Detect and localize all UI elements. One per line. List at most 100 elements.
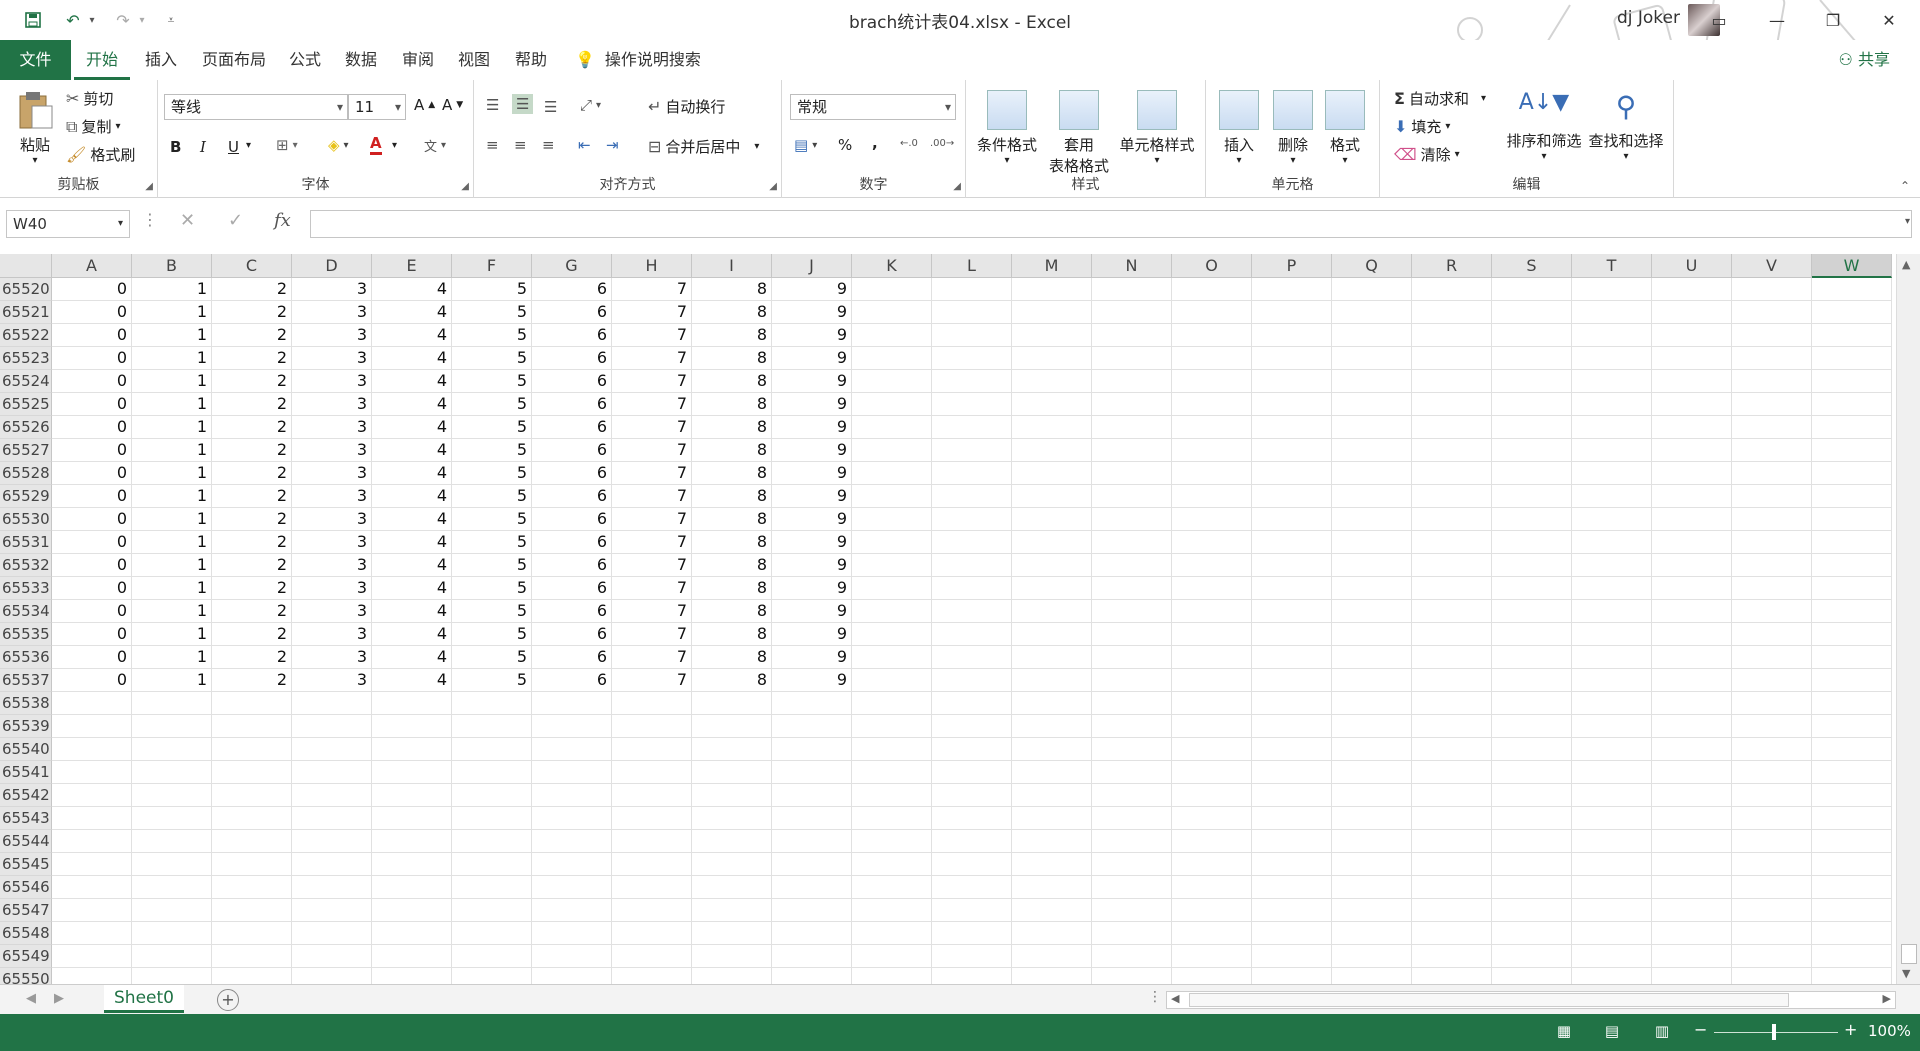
cell-l65529[interactable]: [932, 485, 1012, 508]
cell-u65528[interactable]: [1652, 462, 1732, 485]
cell-v65533[interactable]: [1732, 577, 1812, 600]
cell-l65539[interactable]: [932, 715, 1012, 738]
cell-r65530[interactable]: [1412, 508, 1492, 531]
cell-h65526[interactable]: 7: [612, 416, 692, 439]
cell-n65537[interactable]: [1092, 669, 1172, 692]
column-header-w[interactable]: W: [1812, 254, 1892, 278]
cell-n65534[interactable]: [1092, 600, 1172, 623]
cell-l65533[interactable]: [932, 577, 1012, 600]
cell-c65538[interactable]: [212, 692, 292, 715]
cell-b65527[interactable]: 1: [132, 439, 212, 462]
cell-l65520[interactable]: [932, 278, 1012, 301]
cell-d65536[interactable]: 3: [292, 646, 372, 669]
cell-b65549[interactable]: [132, 945, 212, 968]
cell-l65547[interactable]: [932, 899, 1012, 922]
cell-f65537[interactable]: 5: [452, 669, 532, 692]
cell-e65545[interactable]: [372, 853, 452, 876]
cell-v65528[interactable]: [1732, 462, 1812, 485]
cell-g65542[interactable]: [532, 784, 612, 807]
cell-u65545[interactable]: [1652, 853, 1732, 876]
grow-font-button[interactable]: A ▲: [414, 96, 435, 114]
cell-a65530[interactable]: 0: [52, 508, 132, 531]
cell-w65527[interactable]: [1812, 439, 1892, 462]
column-header-e[interactable]: E: [372, 254, 452, 278]
orientation-icon[interactable]: ⤢ ▾: [580, 96, 601, 114]
cell-p65535[interactable]: [1252, 623, 1332, 646]
cell-n65544[interactable]: [1092, 830, 1172, 853]
cell-l65537[interactable]: [932, 669, 1012, 692]
cell-l65550[interactable]: [932, 968, 1012, 984]
cell-t65520[interactable]: [1572, 278, 1652, 301]
cell-h65520[interactable]: 7: [612, 278, 692, 301]
cell-j65541[interactable]: [772, 761, 852, 784]
cell-l65543[interactable]: [932, 807, 1012, 830]
cell-s65542[interactable]: [1492, 784, 1572, 807]
cell-k65533[interactable]: [852, 577, 932, 600]
cell-u65530[interactable]: [1652, 508, 1732, 531]
cell-e65540[interactable]: [372, 738, 452, 761]
cell-v65526[interactable]: [1732, 416, 1812, 439]
cell-g65546[interactable]: [532, 876, 612, 899]
cell-l65532[interactable]: [932, 554, 1012, 577]
column-header-l[interactable]: L: [932, 254, 1012, 278]
cell-k65542[interactable]: [852, 784, 932, 807]
comma-button[interactable]: ,: [872, 134, 878, 152]
cell-g65532[interactable]: 6: [532, 554, 612, 577]
cell-q65525[interactable]: [1332, 393, 1412, 416]
cell-e65527[interactable]: 4: [372, 439, 452, 462]
cell-b65534[interactable]: 1: [132, 600, 212, 623]
insert-cells-button[interactable]: 插入 ▾: [1214, 90, 1264, 166]
cell-n65535[interactable]: [1092, 623, 1172, 646]
cell-r65538[interactable]: [1412, 692, 1492, 715]
zoom-out-icon[interactable]: −: [1694, 1020, 1707, 1039]
cell-v65549[interactable]: [1732, 945, 1812, 968]
cell-t65532[interactable]: [1572, 554, 1652, 577]
cell-l65545[interactable]: [932, 853, 1012, 876]
cell-t65538[interactable]: [1572, 692, 1652, 715]
column-header-n[interactable]: N: [1092, 254, 1172, 278]
cell-q65524[interactable]: [1332, 370, 1412, 393]
cell-c65527[interactable]: 2: [212, 439, 292, 462]
cell-r65541[interactable]: [1412, 761, 1492, 784]
cell-e65523[interactable]: 4: [372, 347, 452, 370]
cell-t65541[interactable]: [1572, 761, 1652, 784]
cell-v65532[interactable]: [1732, 554, 1812, 577]
tell-me-search[interactable]: 💡 操作说明搜索: [575, 40, 701, 80]
row-header[interactable]: 65532: [0, 554, 52, 577]
cell-o65525[interactable]: [1172, 393, 1252, 416]
cell-i65521[interactable]: 8: [692, 301, 772, 324]
cell-v65535[interactable]: [1732, 623, 1812, 646]
format-cells-button[interactable]: 格式 ▾: [1320, 90, 1370, 166]
cell-q65542[interactable]: [1332, 784, 1412, 807]
cell-b65543[interactable]: [132, 807, 212, 830]
row-header[interactable]: 65526: [0, 416, 52, 439]
cell-r65528[interactable]: [1412, 462, 1492, 485]
cell-g65544[interactable]: [532, 830, 612, 853]
cell-d65535[interactable]: 3: [292, 623, 372, 646]
underline-button[interactable]: U: [228, 138, 239, 156]
cell-i65532[interactable]: 8: [692, 554, 772, 577]
cell-q65529[interactable]: [1332, 485, 1412, 508]
cell-w65539[interactable]: [1812, 715, 1892, 738]
cell-d65524[interactable]: 3: [292, 370, 372, 393]
cell-a65548[interactable]: [52, 922, 132, 945]
cell-c65521[interactable]: 2: [212, 301, 292, 324]
enter-icon[interactable]: ✓: [228, 210, 243, 231]
align-middle-icon[interactable]: ☰: [512, 94, 534, 114]
cell-a65526[interactable]: 0: [52, 416, 132, 439]
cell-g65520[interactable]: 6: [532, 278, 612, 301]
cell-c65528[interactable]: 2: [212, 462, 292, 485]
cell-l65535[interactable]: [932, 623, 1012, 646]
cell-u65541[interactable]: [1652, 761, 1732, 784]
paste-button[interactable]: 粘贴 ▾: [10, 90, 60, 166]
cell-l65546[interactable]: [932, 876, 1012, 899]
cell-n65520[interactable]: [1092, 278, 1172, 301]
cell-i65541[interactable]: [692, 761, 772, 784]
cell-u65548[interactable]: [1652, 922, 1732, 945]
cell-i65530[interactable]: 8: [692, 508, 772, 531]
cell-u65521[interactable]: [1652, 301, 1732, 324]
cell-c65535[interactable]: 2: [212, 623, 292, 646]
cell-g65534[interactable]: 6: [532, 600, 612, 623]
cell-h65542[interactable]: [612, 784, 692, 807]
cell-t65548[interactable]: [1572, 922, 1652, 945]
